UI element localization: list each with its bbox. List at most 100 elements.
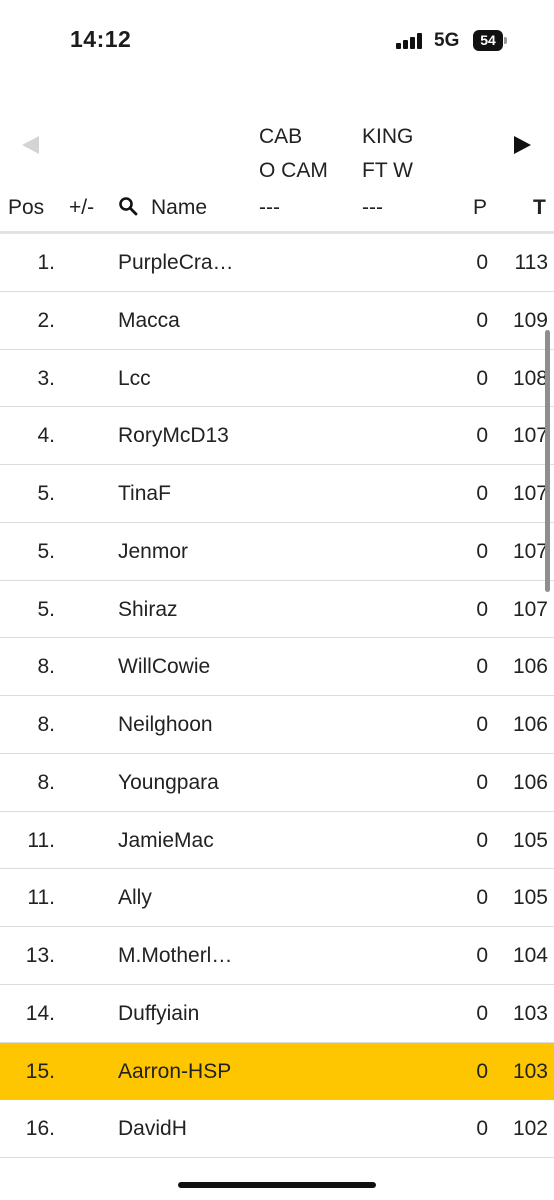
- total-cell: 106: [512, 655, 548, 679]
- previous-columns-arrow-icon[interactable]: [22, 136, 39, 154]
- match2-header-line1: KING: [362, 125, 414, 148]
- table-row[interactable]: 14. Duffyiain 0 103: [0, 985, 554, 1043]
- position-cell: 5.: [37, 482, 55, 505]
- cellular-signal-icon: [396, 33, 426, 49]
- table-row[interactable]: 5. Jenmor 0 107: [0, 523, 554, 581]
- match2-value: ---: [362, 196, 383, 219]
- points-cell: 0: [476, 482, 488, 505]
- player-name-cell: Youngpara: [118, 770, 219, 794]
- points-cell: 0: [476, 424, 488, 448]
- points-cell: 0: [476, 828, 488, 852]
- home-indicator[interactable]: [178, 1182, 376, 1188]
- table-row[interactable]: 16. DavidH 0 102: [0, 1100, 554, 1158]
- player-name-cell: TinaF: [118, 482, 171, 505]
- points-cell: 0: [476, 944, 488, 967]
- name-column-header[interactable]: Name: [151, 194, 207, 222]
- total-cell: 107: [512, 597, 548, 621]
- battery-icon: 54: [473, 30, 507, 51]
- position-cell: 3.: [37, 366, 55, 390]
- points-cell: 0: [476, 539, 488, 563]
- position-cell: 8.: [37, 713, 55, 736]
- standings-table: 1. PurpleCra… 0 113 2. Macca 0 109 3. Lcc 0 108 4. Ro…: [0, 234, 554, 1158]
- status-time: 14:12: [70, 26, 132, 52]
- position-cell: 5.: [37, 539, 55, 563]
- match1-header-line1: CAB: [259, 125, 303, 148]
- position-cell: 13.: [25, 944, 55, 967]
- player-name-cell: Neilghoon: [118, 713, 213, 736]
- player-name-cell: Lcc: [118, 366, 151, 390]
- player-name-cell: Jenmor: [118, 539, 189, 563]
- next-columns-arrow-icon[interactable]: [514, 136, 531, 154]
- player-name-cell: Aarron-HSP: [118, 1059, 232, 1083]
- table-row[interactable]: 15. Aarron-HSP 0 103: [0, 1042, 554, 1101]
- total-cell: 106: [512, 713, 548, 736]
- total-cell: 105: [512, 886, 548, 910]
- player-name-cell: WillCowie: [118, 655, 211, 679]
- status-bar: 14:12 5G 54: [0, 0, 554, 84]
- player-name-cell: DavidH: [118, 1117, 187, 1141]
- table-row[interactable]: 8. WillCowie 0 106: [0, 638, 554, 696]
- points-column-header[interactable]: P: [473, 194, 487, 222]
- total-cell: 106: [512, 770, 548, 794]
- table-row[interactable]: 5. TinaF 0 107: [0, 465, 554, 523]
- change-column-header[interactable]: +/-: [69, 194, 94, 222]
- table-row[interactable]: 13. M.Motherl… 0 104: [0, 927, 554, 985]
- position-cell: 14.: [25, 1001, 55, 1025]
- table-row[interactable]: 4. RoryMcD13 0 107: [0, 407, 554, 465]
- position-cell: 11.: [27, 828, 55, 852]
- position-cell: 5.: [37, 597, 55, 621]
- table-row[interactable]: 2. Macca 0 109: [0, 292, 554, 350]
- total-column-header[interactable]: T: [533, 194, 546, 222]
- player-name-cell: M.Motherl…: [118, 944, 233, 967]
- points-cell: 0: [476, 1117, 488, 1141]
- match1-value: ---: [259, 196, 280, 219]
- position-cell: 1.: [37, 251, 55, 274]
- match1-header: CAB O CAM: [259, 120, 328, 188]
- match2-header-line2: FT W: [362, 159, 413, 182]
- points-cell: 0: [476, 713, 488, 736]
- player-name-cell: Duffyiain: [118, 1001, 200, 1025]
- total-cell: 107: [512, 424, 548, 448]
- points-cell: 0: [476, 1001, 488, 1025]
- match1-header-line2: O CAM: [259, 159, 328, 182]
- pos-column-header[interactable]: Pos: [8, 194, 44, 222]
- table-row[interactable]: 8. Youngpara 0 106: [0, 754, 554, 812]
- total-cell: 105: [512, 828, 548, 852]
- total-cell: 109: [512, 308, 548, 332]
- table-row[interactable]: 8. Neilghoon 0 106: [0, 696, 554, 754]
- total-cell: 108: [512, 366, 548, 390]
- search-icon[interactable]: [118, 196, 138, 216]
- player-name-cell: PurpleCra…: [118, 251, 234, 274]
- position-cell: 15.: [25, 1059, 55, 1083]
- position-cell: 11.: [27, 886, 55, 910]
- player-name-cell: Shiraz: [118, 597, 178, 621]
- table-row[interactable]: 5. Shiraz 0 107: [0, 581, 554, 639]
- total-cell: 107: [512, 539, 548, 563]
- match2-header: KING FT W: [362, 120, 413, 188]
- points-cell: 0: [476, 308, 488, 332]
- position-cell: 4.: [37, 424, 55, 448]
- total-cell: 102: [512, 1117, 548, 1141]
- total-cell: 104: [512, 944, 548, 967]
- points-cell: 0: [476, 251, 488, 274]
- player-name-cell: RoryMcD13: [118, 424, 229, 448]
- points-cell: 0: [476, 366, 488, 390]
- position-cell: 2.: [37, 308, 55, 332]
- points-cell: 0: [476, 597, 488, 621]
- points-cell: 0: [476, 770, 488, 794]
- table-row[interactable]: 1. PurpleCra… 0 113: [0, 234, 554, 292]
- total-cell: 113: [514, 251, 548, 274]
- position-cell: 16.: [25, 1117, 55, 1141]
- battery-percent: 54: [480, 32, 496, 48]
- table-row[interactable]: 3. Lcc 0 108: [0, 350, 554, 408]
- player-name-cell: JamieMac: [118, 828, 214, 852]
- total-cell: 107: [512, 482, 548, 505]
- points-cell: 0: [476, 886, 488, 910]
- player-name-cell: Macca: [118, 308, 180, 332]
- table-row[interactable]: 11. Ally 0 105: [0, 869, 554, 927]
- network-type: 5G: [434, 30, 460, 51]
- table-row[interactable]: 11. JamieMac 0 105: [0, 812, 554, 870]
- total-cell: 103: [512, 1059, 548, 1083]
- scrollbar[interactable]: [545, 330, 550, 592]
- position-cell: 8.: [37, 655, 55, 679]
